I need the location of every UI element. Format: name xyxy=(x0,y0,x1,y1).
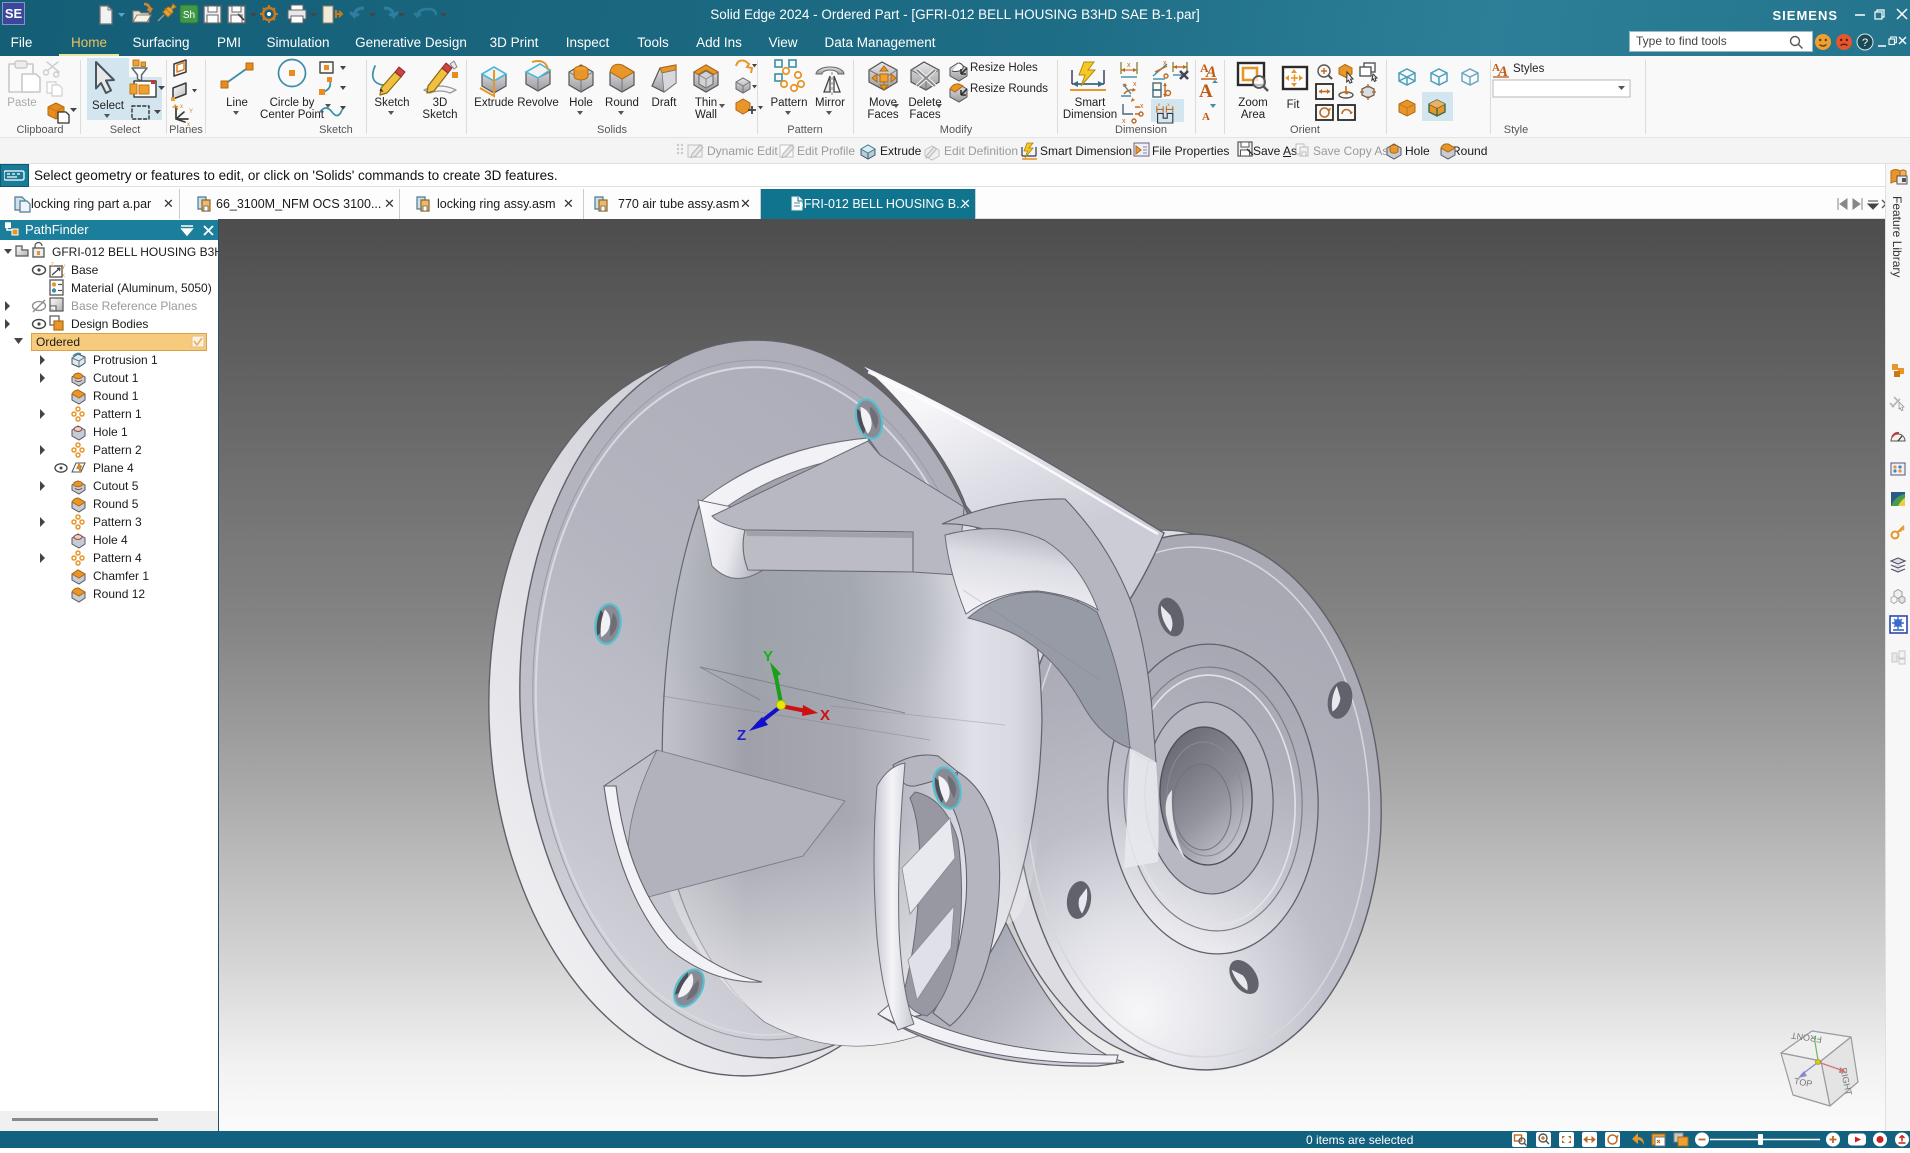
svg-text:x: x xyxy=(62,273,65,279)
svg-text:z: z xyxy=(51,262,54,268)
svg-text:Z: Z xyxy=(737,727,746,744)
svg-text:y: y xyxy=(62,264,65,270)
svg-text:X: X xyxy=(820,707,830,724)
svg-text:Y: Y xyxy=(763,648,773,665)
